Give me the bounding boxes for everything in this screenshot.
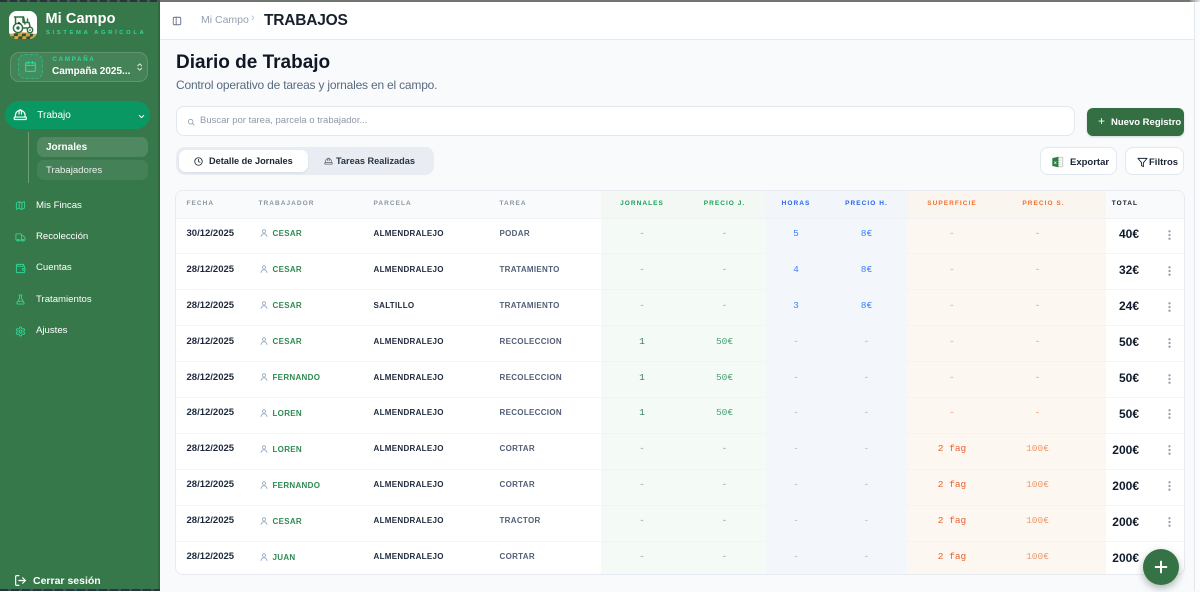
svg-text:x: x: [1054, 161, 1057, 166]
